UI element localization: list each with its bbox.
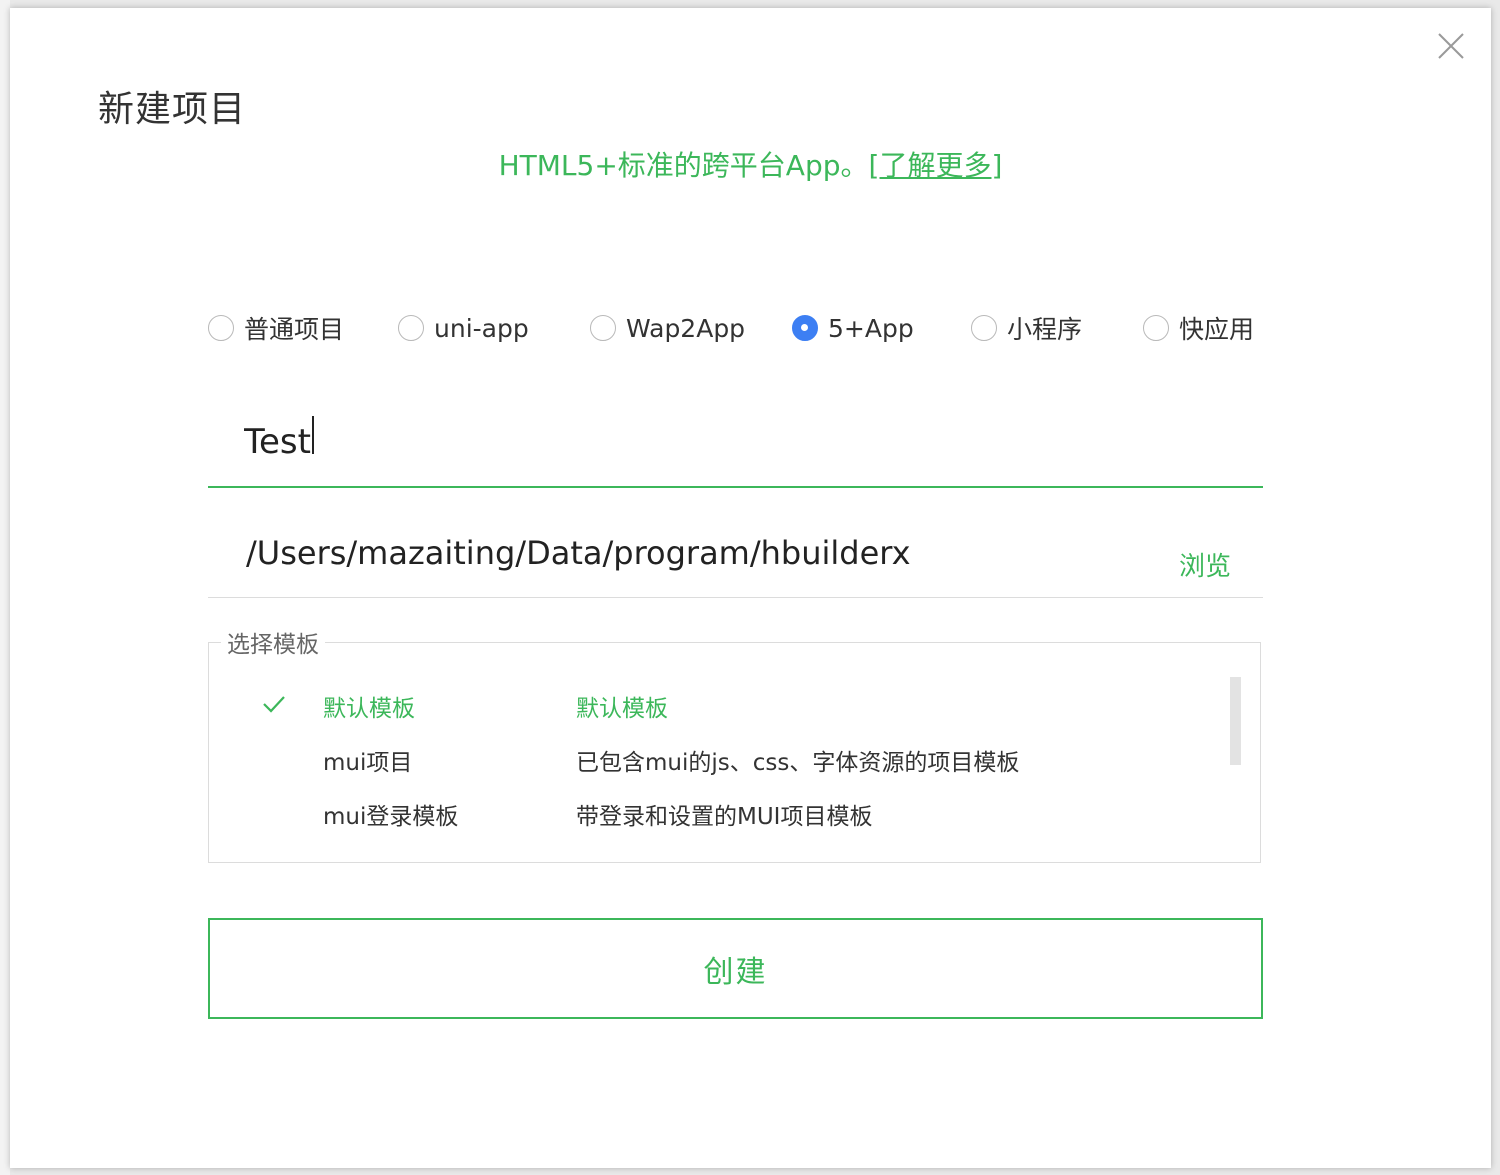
radio-circle[interactable] (398, 315, 424, 341)
subtitle-text: HTML5+标准的跨平台App。 (498, 149, 869, 182)
radio-normal-project[interactable]: 普通项目 (208, 308, 344, 348)
radio-label: 5+App (828, 313, 914, 343)
close-icon[interactable] (1435, 30, 1467, 62)
template-legend: 选择模板 (221, 625, 325, 659)
location-row: /Users/mazaiting/Data/program/hbuilderx … (208, 508, 1263, 598)
dialog-title: 新建项目 (98, 89, 247, 130)
radio-label: 快应用 (1179, 315, 1255, 344)
learn-more-link[interactable]: [了解更多] (869, 149, 1003, 182)
radio-label: 小程序 (1007, 315, 1083, 344)
background-editor-edge (0, 0, 10, 1175)
radio-mini-program[interactable]: 小程序 (971, 308, 1082, 348)
template-row-mui-login[interactable]: mui登录模板 带登录和设置的MUI项目模板 (209, 793, 1219, 833)
template-description: 默认模板 (576, 696, 668, 722)
radio-circle[interactable] (208, 315, 234, 341)
radio-circle[interactable] (792, 315, 818, 341)
radio-circle[interactable] (1143, 315, 1169, 341)
checkmark-icon (263, 696, 285, 713)
browse-button[interactable]: 浏览 (1179, 546, 1231, 583)
template-description: 已包含mui的js、css、字体资源的项目模板 (576, 750, 1020, 776)
radio-label: 普通项目 (244, 315, 345, 344)
radio-label: Wap2App (626, 313, 746, 343)
create-button[interactable]: 创建 (208, 918, 1263, 1019)
location-path[interactable]: /Users/mazaiting/Data/program/hbuilderx (246, 534, 911, 572)
radio-uni-app[interactable]: uni-app (398, 308, 529, 348)
template-name: mui项目 (323, 750, 413, 776)
template-row-mui-project[interactable]: mui项目 已包含mui的js、css、字体资源的项目模板 (209, 739, 1219, 779)
template-row-default[interactable]: 默认模板 默认模板 (209, 685, 1219, 725)
template-name: mui登录模板 (323, 804, 459, 830)
radio-wap2app[interactable]: Wap2App (590, 308, 745, 348)
radio-circle[interactable] (590, 315, 616, 341)
radio-circle[interactable] (971, 315, 997, 341)
radio-5plus-app[interactable]: 5+App (792, 308, 914, 348)
template-description: 带登录和设置的MUI项目模板 (576, 804, 873, 830)
project-type-group: 普通项目 uni-app Wap2App 5+App 小程序 快应用 (10, 308, 1491, 348)
radio-quick-app[interactable]: 快应用 (1143, 308, 1254, 348)
project-name-input[interactable] (208, 398, 1263, 488)
new-project-dialog: 新建项目 HTML5+标准的跨平台App。[了解更多] 普通项目 uni-app… (10, 8, 1491, 1168)
text-caret (312, 416, 314, 454)
template-scrollbar[interactable] (1230, 677, 1241, 765)
subtitle: HTML5+标准的跨平台App。[了解更多] (10, 144, 1491, 184)
template-group: 选择模板 默认模板 默认模板 mui项目 已包含mui的js、css、字体资源的… (208, 625, 1261, 863)
template-name: 默认模板 (323, 696, 415, 722)
radio-label: uni-app (434, 313, 529, 343)
